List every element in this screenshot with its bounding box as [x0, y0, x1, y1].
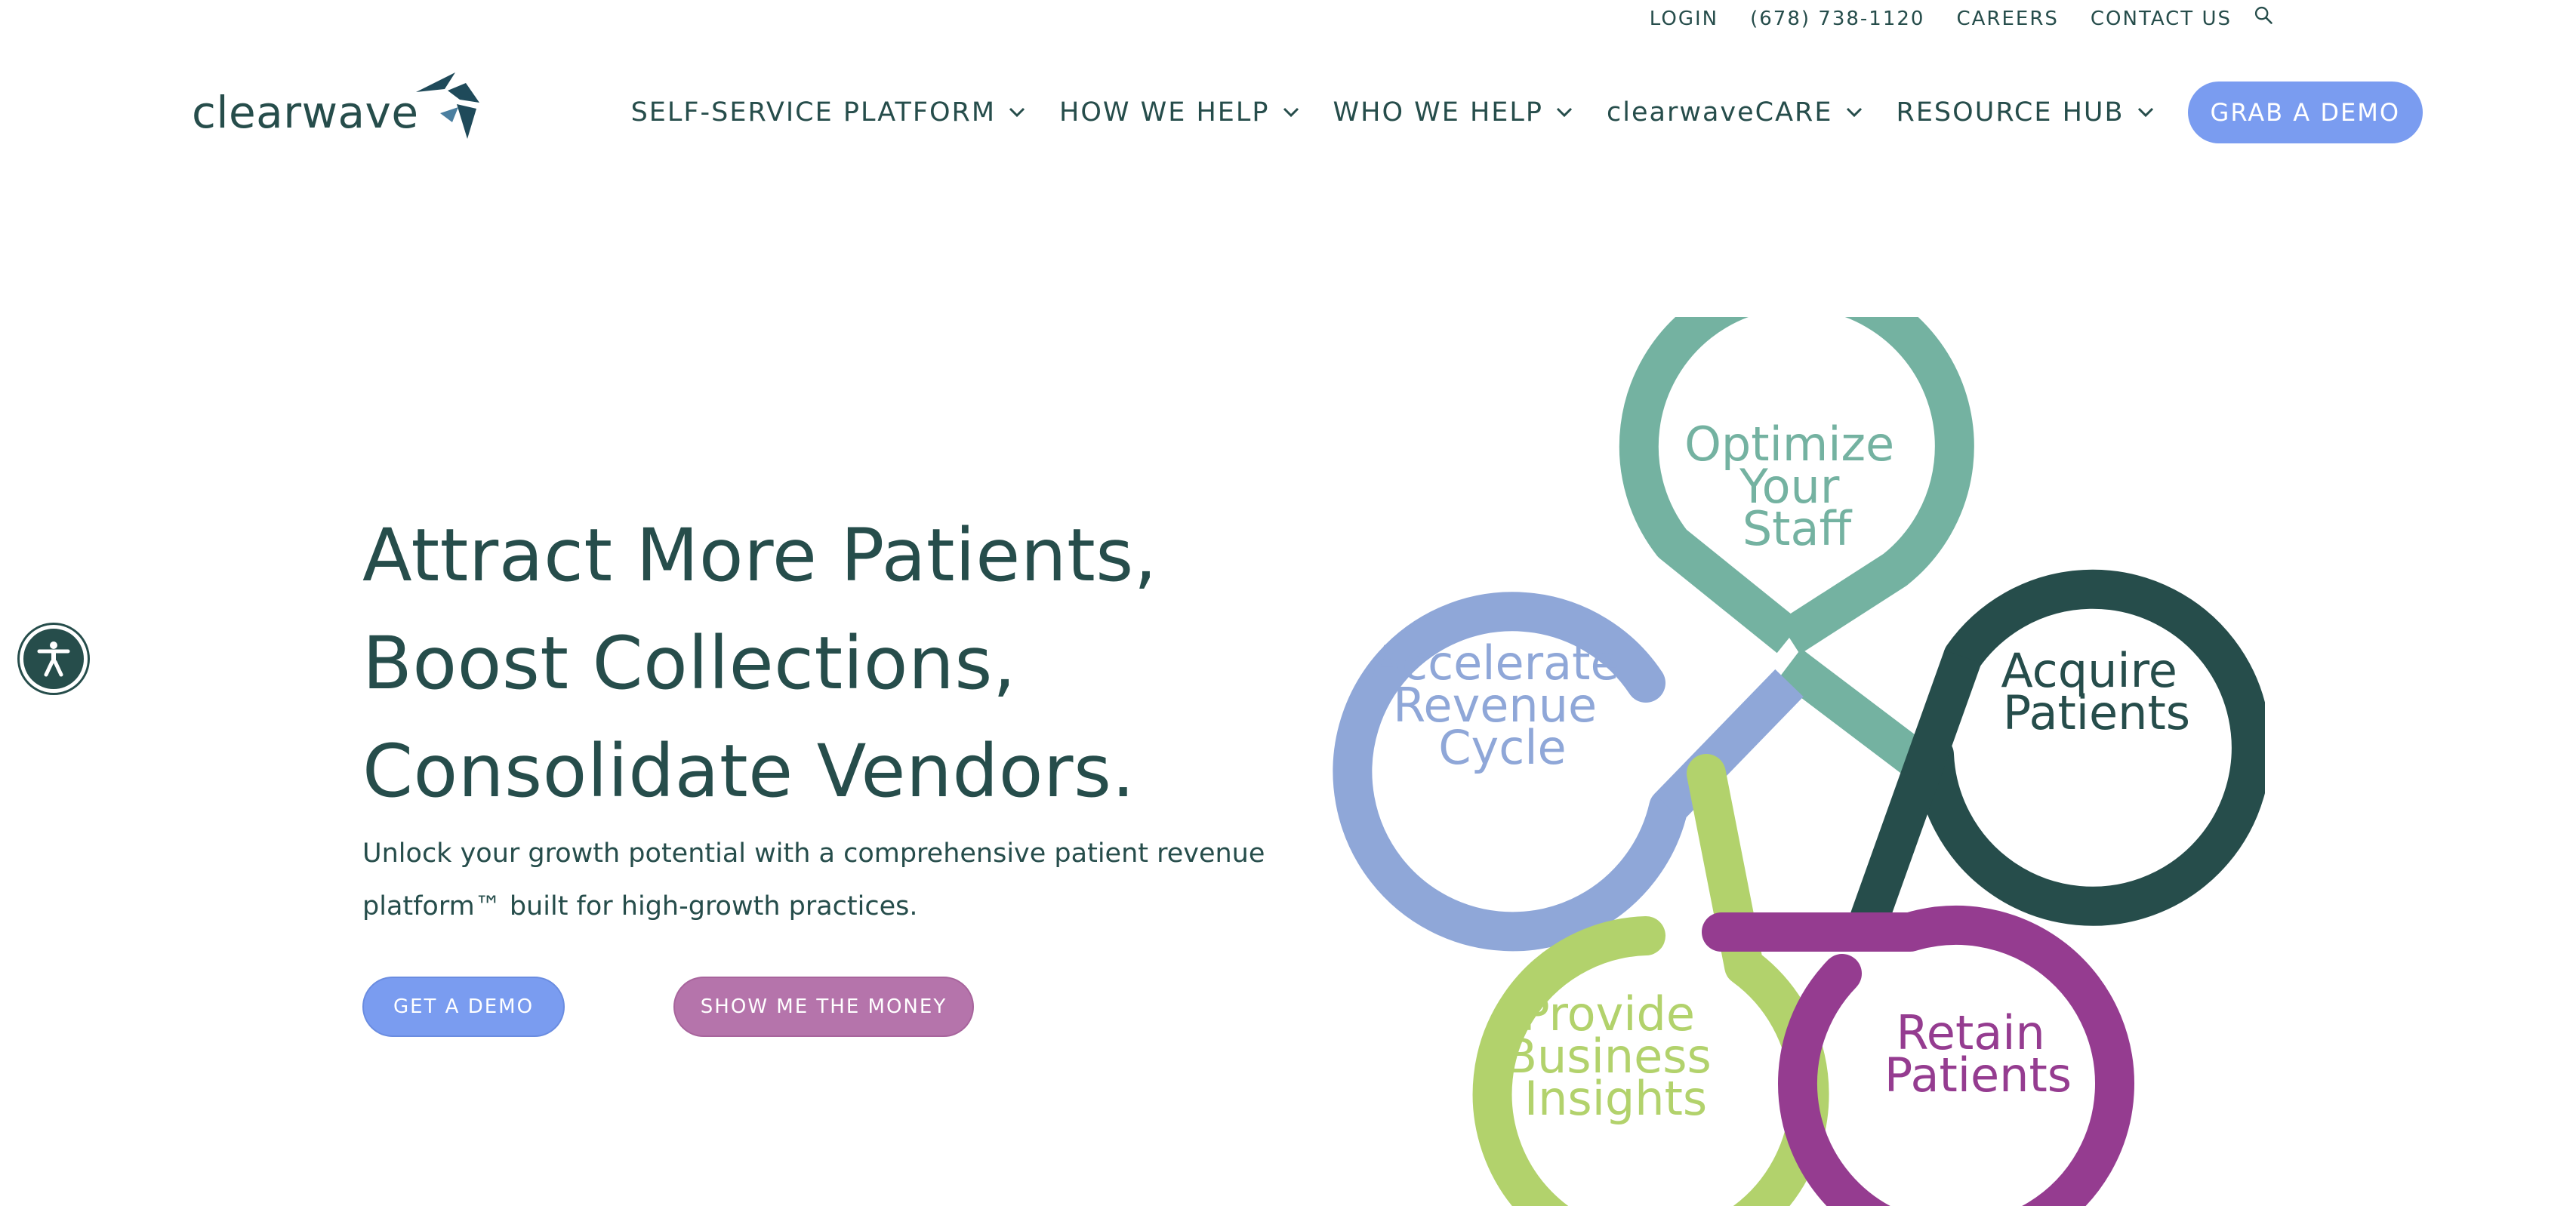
grab-a-demo-button[interactable]: GRAB A DEMO [2187, 82, 2423, 143]
hero-subtext: Unlock your growth potential with a comp… [362, 838, 1265, 921]
contact-link[interactable]: CONTACT US [2091, 8, 2232, 30]
nav-label: clearwaveCARE [1607, 97, 1833, 128]
chevron-down-icon [1009, 107, 1025, 118]
chevron-down-icon [1556, 107, 1573, 118]
accessibility-icon [37, 641, 70, 677]
accessibility-button[interactable] [20, 625, 88, 693]
nav-label: WHO WE HELP [1333, 97, 1544, 128]
chevron-down-icon [1283, 107, 1299, 118]
main-nav: SELF-SERVICE PLATFORM HOW WE HELP WHO WE… [631, 82, 2423, 143]
headline-line-1: Attract More Patients, [362, 513, 1157, 598]
petal-staff-tail [1777, 648, 1926, 774]
label-insights: Provide Business Insights [1505, 986, 1726, 1126]
growth-loop-diagram: Optimize Your Staff Accelerate Revenue C… [1333, 317, 2265, 1206]
careers-link[interactable]: CAREERS [1956, 8, 2058, 30]
nav-label: HOW WE HELP [1059, 97, 1270, 128]
show-me-the-money-button[interactable]: SHOW ME THE MONEY [673, 977, 974, 1037]
phone-link[interactable]: (678) 738-1120 [1750, 8, 1924, 30]
logo[interactable]: clearwave [192, 69, 481, 139]
label-revenue: Accelerate Revenue Cycle [1371, 635, 1635, 775]
chevron-down-icon [1846, 107, 1862, 118]
headline-line-3: Consolidate Vendors. [362, 729, 1135, 814]
get-a-demo-button[interactable]: GET A DEMO [362, 977, 565, 1037]
nav-who-we-help[interactable]: WHO WE HELP [1333, 97, 1573, 128]
page: LOGIN (678) 738-1120 CAREERS CONTACT US … [0, 0, 2576, 1206]
chevron-down-icon [2137, 107, 2153, 118]
nav-resource-hub[interactable]: RESOURCE HUB [1897, 97, 2155, 128]
petal-acquire-loop [1915, 569, 2265, 926]
nav-label: RESOURCE HUB [1896, 97, 2125, 128]
logo-text: clearwave [192, 87, 419, 138]
logo-mark-icon [415, 72, 479, 139]
nav-self-service-platform[interactable]: SELF-SERVICE PLATFORM [631, 97, 1026, 128]
hero-headline: Attract More Patients, Boost Collections… [362, 502, 1157, 826]
nav-clearwavecare[interactable]: clearwaveCARE [1607, 97, 1863, 128]
label-staff: Optimize Your Staff [1684, 417, 1909, 556]
label-retain: Retain Patients [1884, 1005, 2072, 1103]
search-icon[interactable] [2253, 5, 2274, 26]
headline-line-2: Boost Collections, [362, 621, 1016, 706]
nav-label: SELF-SERVICE PLATFORM [630, 97, 997, 128]
label-acquire: Acquire Patients [2001, 643, 2192, 740]
nav-how-we-help[interactable]: HOW WE HELP [1059, 97, 1299, 128]
login-link[interactable]: LOGIN [1650, 8, 1718, 30]
utility-nav: LOGIN (678) 738-1120 CAREERS CONTACT US [1650, 5, 2274, 30]
